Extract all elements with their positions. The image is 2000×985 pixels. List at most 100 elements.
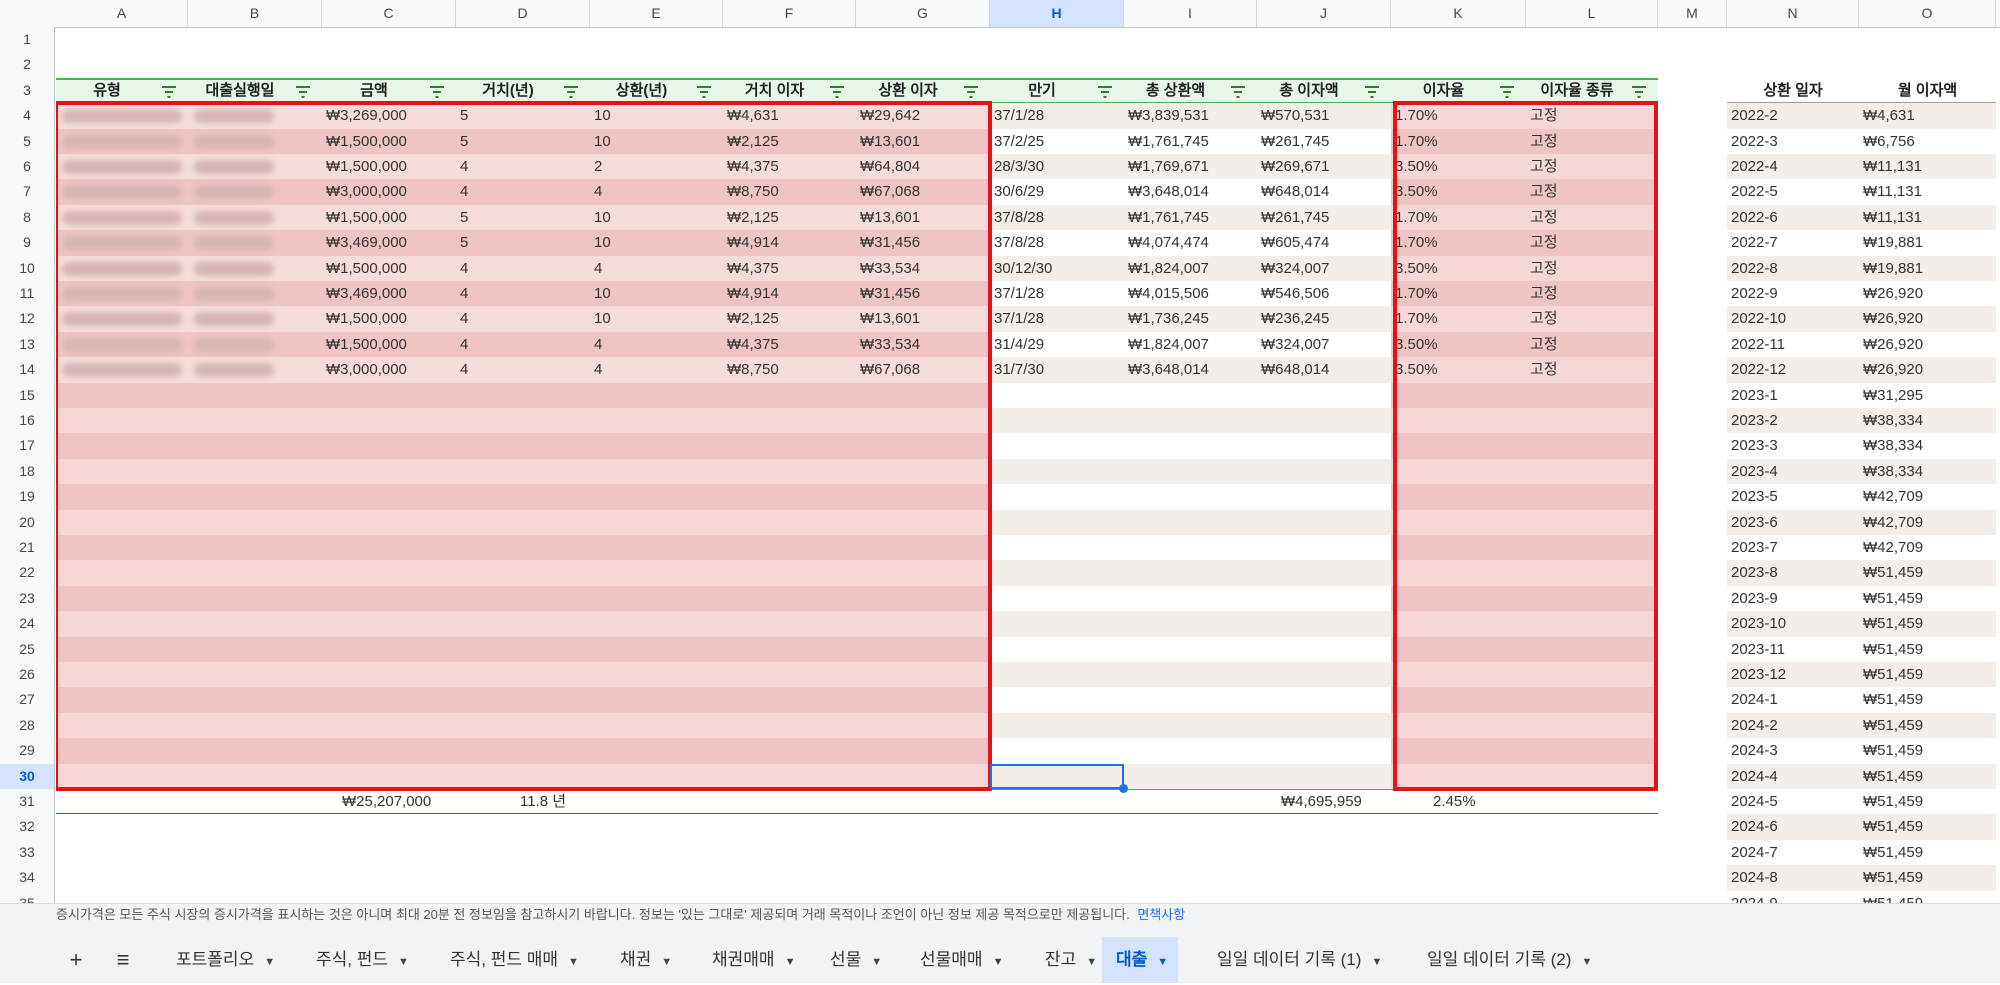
row-header-18[interactable]: 18 xyxy=(0,459,54,484)
loan-cell[interactable]: ₩648,014 xyxy=(1261,179,1329,204)
schedule-cell[interactable]: ₩11,131 xyxy=(1863,205,1922,230)
schedule-cell[interactable]: 2022-7 xyxy=(1731,230,1778,255)
filter-icon[interactable] xyxy=(162,85,176,98)
schedule-cell[interactable]: ₩11,131 xyxy=(1863,154,1922,179)
chevron-down-icon[interactable]: ▼ xyxy=(1581,956,1592,968)
schedule-cell[interactable]: 2022-3 xyxy=(1731,129,1778,154)
row-header-3[interactable]: 3 xyxy=(0,78,54,103)
loan-cell[interactable]: ₩4,015,506 xyxy=(1128,281,1209,306)
chevron-down-icon[interactable]: ▼ xyxy=(785,956,796,968)
schedule-cell[interactable]: ₩38,334 xyxy=(1863,408,1923,433)
loan-cell[interactable]: ₩1,761,745 xyxy=(1128,129,1209,154)
loan-cell[interactable]: ₩1,824,007 xyxy=(1128,256,1209,281)
row-header-15[interactable]: 15 xyxy=(0,383,54,408)
schedule-cell[interactable]: 2023-12 xyxy=(1731,662,1786,687)
schedule-cell[interactable]: ₩51,459 xyxy=(1863,865,1923,890)
column-header-c[interactable]: C xyxy=(322,0,456,27)
filter-icon[interactable] xyxy=(564,85,578,98)
loan-header-0[interactable]: 유형 xyxy=(56,78,158,103)
row-header-33[interactable]: 33 xyxy=(0,840,54,865)
row-header-26[interactable]: 26 xyxy=(0,662,54,687)
schedule-cell[interactable]: ₩26,920 xyxy=(1863,332,1923,357)
schedule-cell[interactable]: ₩42,709 xyxy=(1863,535,1923,560)
row-header-28[interactable]: 28 xyxy=(0,713,54,738)
schedule-cell[interactable]: ₩11,131 xyxy=(1863,179,1922,204)
loan-header-9[interactable]: 총 이자액 xyxy=(1257,78,1361,103)
loan-cell[interactable]: ₩324,007 xyxy=(1261,332,1329,357)
row-header-24[interactable]: 24 xyxy=(0,611,54,636)
filter-icon[interactable] xyxy=(830,85,844,98)
schedule-cell[interactable]: 2022-8 xyxy=(1731,256,1778,281)
schedule-cell[interactable]: ₩4,631 xyxy=(1863,103,1915,128)
total-cell[interactable]: ₩25,207,000 xyxy=(342,789,431,814)
chevron-down-icon[interactable]: ▼ xyxy=(264,956,275,968)
loan-cell[interactable]: ₩605,474 xyxy=(1261,230,1329,255)
loan-cell[interactable]: ₩1,761,745 xyxy=(1128,205,1209,230)
schedule-cell[interactable]: ₩51,459 xyxy=(1863,891,1923,903)
loan-cell[interactable]: ₩546,506 xyxy=(1261,281,1329,306)
loan-cell[interactable]: ₩236,245 xyxy=(1261,306,1329,331)
loan-cell[interactable]: 37/2/25 xyxy=(994,129,1044,154)
row-header-17[interactable]: 17 xyxy=(0,433,54,458)
schedule-cell[interactable]: ₩51,459 xyxy=(1863,764,1923,789)
filter-icon[interactable] xyxy=(296,85,310,98)
chevron-down-icon[interactable]: ▼ xyxy=(398,956,409,968)
column-header-d[interactable]: D xyxy=(456,0,590,27)
filter-icon[interactable] xyxy=(1098,85,1112,98)
schedule-cell[interactable]: 2024-5 xyxy=(1731,789,1778,814)
schedule-cell[interactable]: ₩51,459 xyxy=(1863,662,1923,687)
filter-icon[interactable] xyxy=(697,85,711,98)
sheet-tab-3[interactable]: 채권 ▼ xyxy=(620,937,672,983)
filter-icon[interactable] xyxy=(430,85,444,98)
disclaimer-link[interactable]: 면책사항 xyxy=(1137,907,1185,922)
row-header-8[interactable]: 8 xyxy=(0,205,54,230)
loan-cell[interactable]: 37/1/28 xyxy=(994,103,1044,128)
row-header-14[interactable]: 14 xyxy=(0,357,54,382)
schedule-cell[interactable]: 2024-7 xyxy=(1731,840,1778,865)
schedule-cell[interactable]: ₩51,459 xyxy=(1863,789,1923,814)
schedule-cell[interactable]: 2023-5 xyxy=(1731,484,1778,509)
loan-header-5[interactable]: 거치 이자 xyxy=(723,78,826,103)
column-header-m[interactable]: M xyxy=(1658,0,1727,27)
row-header-30[interactable]: 30 xyxy=(0,763,54,789)
schedule-cell[interactable]: 2024-2 xyxy=(1731,713,1778,738)
schedule-cell[interactable]: 2024-9 xyxy=(1731,891,1778,903)
schedule-cell[interactable]: 2023-3 xyxy=(1731,433,1778,458)
total-cell[interactable]: 11.8 년 xyxy=(520,789,566,814)
loan-cell[interactable]: ₩4,074,474 xyxy=(1128,230,1209,255)
chevron-down-icon[interactable]: ▼ xyxy=(568,956,579,968)
row-header-11[interactable]: 11 xyxy=(0,281,54,306)
loan-header-2[interactable]: 금액 xyxy=(322,78,426,103)
sheet-tab-7[interactable]: 잔고 ▼ xyxy=(1045,937,1097,983)
schedule-cell[interactable]: ₩51,459 xyxy=(1863,840,1923,865)
loan-cell[interactable]: 37/8/28 xyxy=(994,205,1044,230)
schedule-cell[interactable]: ₩51,459 xyxy=(1863,637,1923,662)
sheet-tab-5[interactable]: 선물 ▼ xyxy=(830,937,882,983)
schedule-cell[interactable]: 2022-2 xyxy=(1731,103,1778,128)
filter-icon[interactable] xyxy=(1632,85,1646,98)
schedule-cell[interactable]: ₩31,295 xyxy=(1863,383,1923,408)
sheet-tab-6[interactable]: 선물매매 ▼ xyxy=(920,937,1003,983)
loan-cell[interactable]: ₩261,745 xyxy=(1261,205,1329,230)
loan-cell[interactable]: ₩1,824,007 xyxy=(1128,332,1209,357)
schedule-cell[interactable]: ₩19,881 xyxy=(1863,230,1923,255)
loan-header-8[interactable]: 총 상환액 xyxy=(1124,78,1227,103)
sheet-tab-4[interactable]: 채권매매 ▼ xyxy=(712,937,795,983)
schedule-cell[interactable]: 2022-5 xyxy=(1731,179,1778,204)
loan-cell[interactable]: ₩1,736,245 xyxy=(1128,306,1209,331)
schedule-cell[interactable]: ₩42,709 xyxy=(1863,510,1923,535)
schedule-cell[interactable]: ₩51,459 xyxy=(1863,738,1923,763)
schedule-cell[interactable]: ₩51,459 xyxy=(1863,560,1923,585)
loan-cell[interactable]: 37/1/28 xyxy=(994,281,1044,306)
loan-cell[interactable]: 37/1/28 xyxy=(994,306,1044,331)
chevron-down-icon[interactable]: ▼ xyxy=(1086,956,1097,968)
column-header-e[interactable]: E xyxy=(590,0,723,27)
loan-cell[interactable]: ₩570,531 xyxy=(1261,103,1329,128)
sheet-tab-8[interactable]: 대출 ▼ xyxy=(1102,937,1179,983)
loan-header-7[interactable]: 만기 xyxy=(990,78,1094,103)
chevron-down-icon[interactable]: ▼ xyxy=(1157,956,1168,968)
row-header-1[interactable]: 1 xyxy=(0,27,54,52)
chevron-down-icon[interactable]: ▼ xyxy=(661,956,672,968)
sheet-tab-0[interactable]: 포트폴리오 ▼ xyxy=(176,937,275,983)
schedule-cell[interactable]: ₩51,459 xyxy=(1863,713,1923,738)
